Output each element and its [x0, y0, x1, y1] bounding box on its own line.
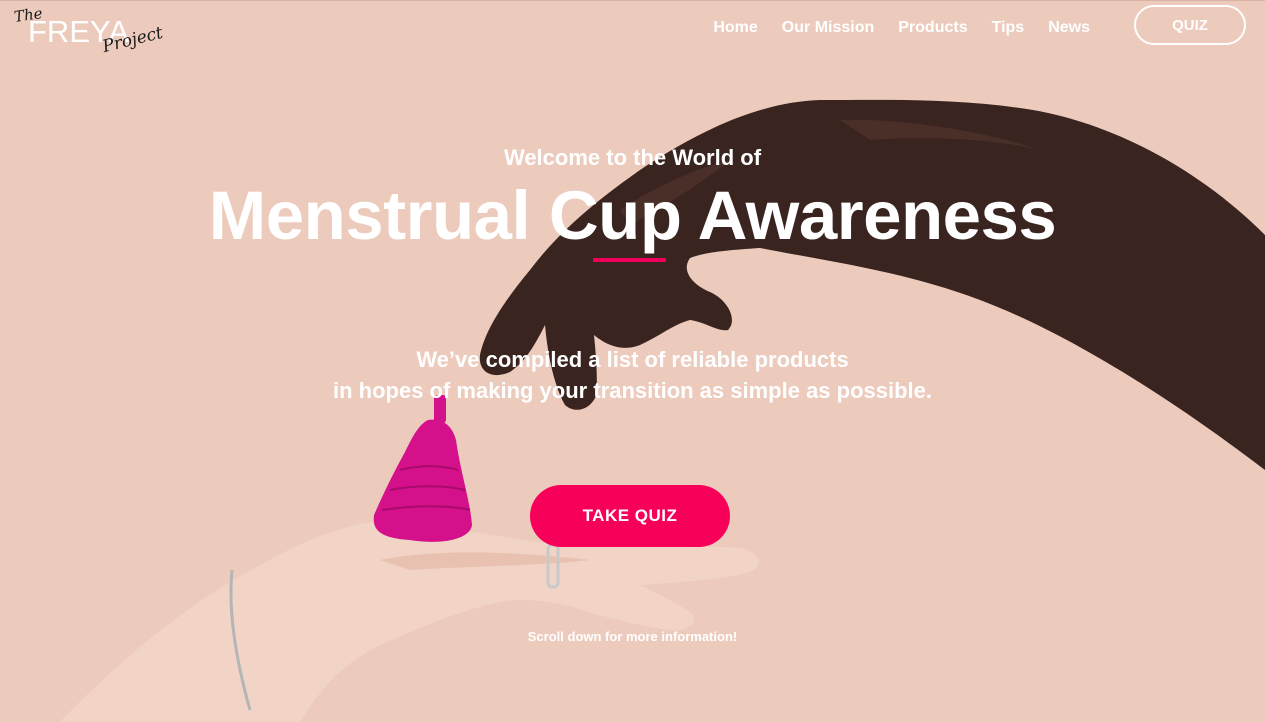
- hero-subtitle: We’ve compiled a list of reliable produc…: [0, 344, 1265, 406]
- menstrual-cup: [373, 395, 472, 542]
- nav-home[interactable]: Home: [701, 18, 769, 38]
- nav-products[interactable]: Products: [886, 18, 979, 38]
- take-quiz-button[interactable]: TAKE QUIZ: [530, 485, 730, 547]
- quiz-nav-button[interactable]: QUIZ: [1134, 5, 1246, 45]
- nav-tips[interactable]: Tips: [980, 18, 1037, 38]
- scroll-hint: Scroll down for more information!: [527, 629, 738, 644]
- hero-subtitle-line-1: We’ve compiled a list of reliable produc…: [416, 347, 849, 372]
- hero-title: Menstrual Cup Awareness: [208, 177, 1057, 254]
- hero-kicker: Welcome to the World of: [503, 145, 762, 170]
- title-underline: [593, 258, 666, 262]
- nav-our-mission[interactable]: Our Mission: [770, 18, 886, 38]
- light-hand: [60, 520, 759, 722]
- hero-section: The FREYA Project Home Our Mission Produ…: [0, 0, 1265, 722]
- site-logo[interactable]: The FREYA Project: [12, 4, 182, 66]
- hero-subtitle-line-2: in hopes of making your transition as si…: [332, 378, 933, 403]
- nav-news[interactable]: News: [1036, 18, 1102, 38]
- main-nav: Home Our Mission Products Tips News: [701, 18, 1102, 38]
